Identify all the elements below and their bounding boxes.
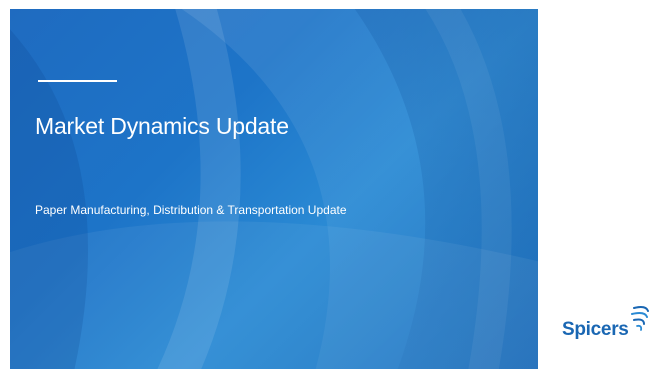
- title-accent-rule: [38, 80, 117, 82]
- slide-subtitle: Paper Manufacturing, Distribution & Tran…: [35, 203, 347, 217]
- spicers-logo: Spicers: [562, 305, 650, 345]
- logo-wordmark: Spicers: [562, 319, 629, 340]
- slide: Market Dynamics Update Paper Manufacturi…: [0, 0, 656, 377]
- slide-title: Market Dynamics Update: [35, 113, 289, 139]
- spicers-swirl-icon: [631, 306, 649, 331]
- title-hero-panel: Market Dynamics Update Paper Manufacturi…: [10, 9, 538, 369]
- hero-background-graphic: [10, 9, 538, 369]
